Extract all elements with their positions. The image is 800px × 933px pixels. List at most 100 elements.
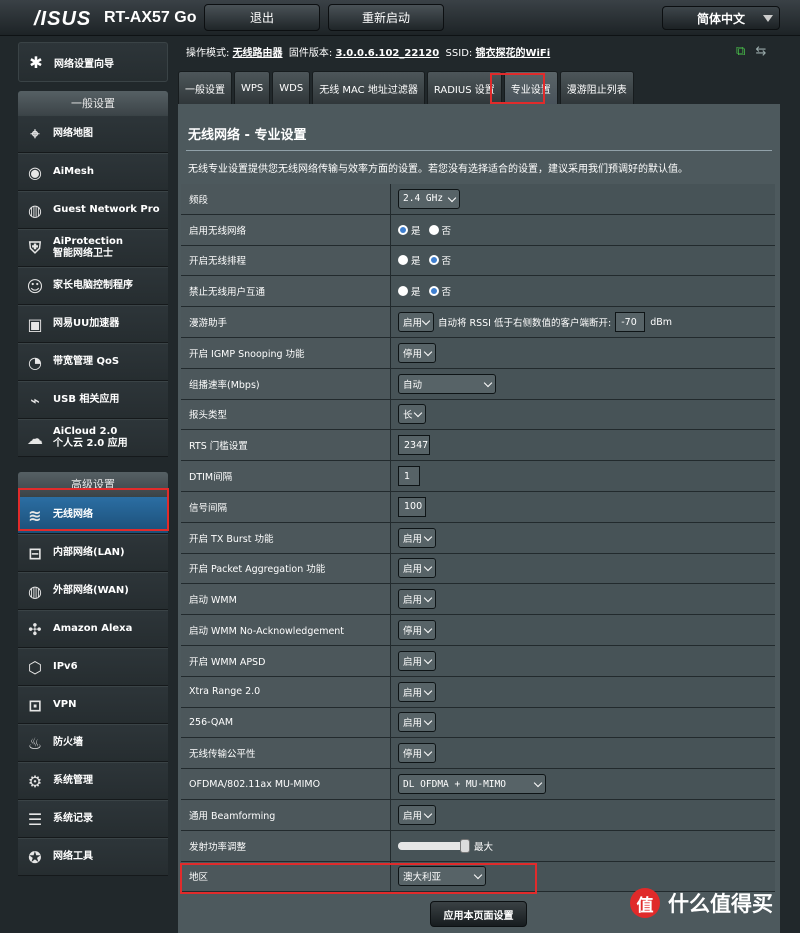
select-dropdown[interactable]: 长: [398, 404, 426, 425]
sidebar-item-alexa[interactable]: ✣ Amazon Alexa: [18, 610, 168, 648]
row-label: 启动 WMM: [181, 584, 391, 615]
sidebar-item-globe[interactable]: ◍ Guest Network Pro: [18, 191, 168, 229]
top-bar: /ISUS RT-AX57 Go 退出 重新启动 简体中文: [0, 0, 800, 36]
select-value: 长: [403, 410, 413, 422]
text-input[interactable]: 100: [398, 496, 426, 517]
mode-link[interactable]: 无线路由器: [233, 48, 283, 59]
select-dropdown[interactable]: DL OFDMA + MU-MIMO: [398, 774, 546, 795]
row-value: 启用 自动将 RSSI 低于右侧数值的客户端断开: -70 dBm: [391, 307, 775, 337]
select-dropdown[interactable]: 停用: [398, 743, 436, 764]
network-status-icon[interactable]: ⧉: [736, 44, 745, 59]
sidebar-item-usb[interactable]: ⌁ USB 相关应用: [18, 381, 168, 419]
select-dropdown[interactable]: 启用: [398, 312, 434, 333]
sidebar-item-label: 家长电脑控制程序: [53, 280, 133, 291]
select-value: 停用: [403, 626, 423, 638]
radio-yes-label: 是: [411, 287, 421, 299]
select-value: 2.4 GHz: [403, 193, 444, 205]
row-value: 是否: [391, 245, 775, 276]
select-dropdown[interactable]: 启用: [398, 650, 436, 671]
logout-button[interactable]: 退出: [204, 4, 320, 31]
sidebar-item-cloud[interactable]: ☁ AiCloud 2.0 个人云 2.0 应用: [18, 419, 168, 457]
select-dropdown[interactable]: 停用: [398, 342, 436, 363]
status-info: 操作模式: 无线路由器 固件版本: 3.0.0.6.102_22120 SSID…: [186, 44, 550, 59]
row-label: 发射功率调整: [181, 830, 391, 861]
reboot-button[interactable]: 重新启动: [328, 4, 444, 31]
usb-icon: ⌁: [30, 390, 40, 410]
family-icon: ☺: [26, 276, 44, 296]
select-dropdown[interactable]: 自动: [398, 373, 496, 394]
ssid-link[interactable]: 锦衣探花的WiFi: [475, 48, 550, 59]
select-dropdown[interactable]: 启用: [398, 712, 436, 733]
sidebar-item-uu[interactable]: ▣ 网易UU加速器: [18, 305, 168, 343]
usb-status-icon[interactable]: ⇆: [755, 44, 766, 59]
tab-3[interactable]: 无线 MAC 地址过滤器: [312, 71, 425, 104]
sidebar-item-vpn[interactable]: ⊡ VPN: [18, 686, 168, 724]
select-dropdown[interactable]: 启用: [398, 589, 436, 610]
radio-yes[interactable]: [398, 286, 408, 297]
main-panel: 无线网络 - 专业设置 无线专业设置提供您无线网络传输与效率方面的设置。若您没有…: [178, 104, 780, 933]
table-row: 开启 WMM APSD 启用: [181, 645, 775, 677]
select-dropdown[interactable]: 停用: [398, 620, 436, 641]
sidebar-item-log[interactable]: ☰ 系统记录: [18, 800, 168, 838]
select-dropdown[interactable]: 启用: [398, 681, 436, 702]
chevron-down-icon: [413, 409, 423, 418]
sidebar-item-label: 外部网络(WAN): [53, 585, 129, 596]
sidebar-item-gear[interactable]: ⚙ 系统管理: [18, 762, 168, 800]
tab-2[interactable]: WDS: [272, 71, 311, 104]
chevron-down-icon: [423, 655, 433, 665]
sidebar-item-ipv6[interactable]: ⬡ IPv6: [18, 648, 168, 686]
lan-icon: ⊟: [28, 543, 42, 563]
apply-button[interactable]: 应用本页面设置: [430, 901, 527, 927]
table-row: 通用 Beamforming 启用: [181, 799, 775, 831]
asus-logo[interactable]: /ISUS: [34, 8, 91, 31]
select-dropdown[interactable]: 启用: [398, 804, 436, 825]
chevron-down-icon: [423, 563, 433, 572]
select-dropdown[interactable]: 2.4 GHz: [398, 188, 460, 209]
table-row: 组播速率(Mbps) 自动: [181, 368, 775, 400]
tab-6[interactable]: 漫游阻止列表: [559, 71, 634, 104]
rssi-input[interactable]: -70: [615, 312, 646, 333]
table-row: 开启 IGMP Snooping 功能 停用: [181, 337, 775, 369]
tab-1[interactable]: WPS: [234, 71, 271, 104]
language-select[interactable]: 简体中文: [662, 6, 780, 30]
power-slider[interactable]: [398, 838, 470, 853]
select-dropdown[interactable]: 启用: [398, 527, 436, 548]
select-dropdown[interactable]: 启用: [398, 558, 436, 579]
table-row: 漫游助手 启用 自动将 RSSI 低于右侧数值的客户端断开: -70 dBm: [181, 307, 775, 338]
ssid-label: SSID:: [445, 48, 473, 59]
sidebar-item-gauge[interactable]: ◔ 带宽管理 QoS: [18, 343, 168, 381]
mode-label: 操作模式:: [186, 48, 230, 59]
row-value: 启用: [391, 522, 775, 553]
sidebar-item-map[interactable]: ⌖ 网络地图: [18, 115, 168, 153]
radio-yes[interactable]: [398, 224, 408, 235]
radio-no[interactable]: [428, 286, 439, 297]
radio-yes[interactable]: [398, 255, 408, 266]
row-label: 无线传输公平性: [181, 738, 391, 769]
firmware-link[interactable]: 3.0.0.6.102_22120: [335, 48, 439, 59]
row-label: 漫游助手: [181, 307, 391, 337]
select-value: 启用: [403, 718, 423, 730]
rssi-description: 自动将 RSSI 低于右侧数值的客户端断开:: [438, 318, 612, 330]
radio-no[interactable]: [428, 255, 439, 266]
sidebar-item-fire[interactable]: ♨ 防火墙: [18, 724, 168, 762]
sidebar-item-aimesh[interactable]: ◉ AiMesh: [18, 153, 168, 191]
slider-knob[interactable]: [460, 838, 470, 853]
row-label: 开启 TX Burst 功能: [181, 522, 391, 553]
text-input[interactable]: 2347: [398, 435, 430, 456]
radio-no-label: 否: [441, 256, 452, 268]
sidebar-item-shield[interactable]: ⛨ AiProtection 智能网络卫士: [18, 229, 168, 267]
table-row: RTS 门槛设置 2347: [181, 430, 775, 462]
sidebar-item-family[interactable]: ☺ 家长电脑控制程序: [18, 267, 168, 305]
fire-icon: ♨: [27, 733, 43, 753]
text-input[interactable]: 1: [398, 466, 420, 487]
table-row: 启动 WMM No-Acknowledgement 停用: [181, 615, 775, 646]
select-value: 启用: [403, 533, 423, 545]
sidebar-item-tools[interactable]: ✪ 网络工具: [18, 838, 168, 876]
ipv6-icon: ⬡: [28, 657, 42, 677]
sidebar-item-lan[interactable]: ⊟ 内部网络(LAN): [18, 534, 168, 572]
sidebar-item-wan[interactable]: ◍ 外部网络(WAN): [18, 572, 168, 610]
row-value: 最大: [391, 830, 775, 861]
quick-setup-button[interactable]: ✱ 网络设置向导: [18, 42, 168, 82]
tab-0[interactable]: 一般设置: [178, 71, 232, 104]
radio-no[interactable]: [428, 224, 439, 235]
